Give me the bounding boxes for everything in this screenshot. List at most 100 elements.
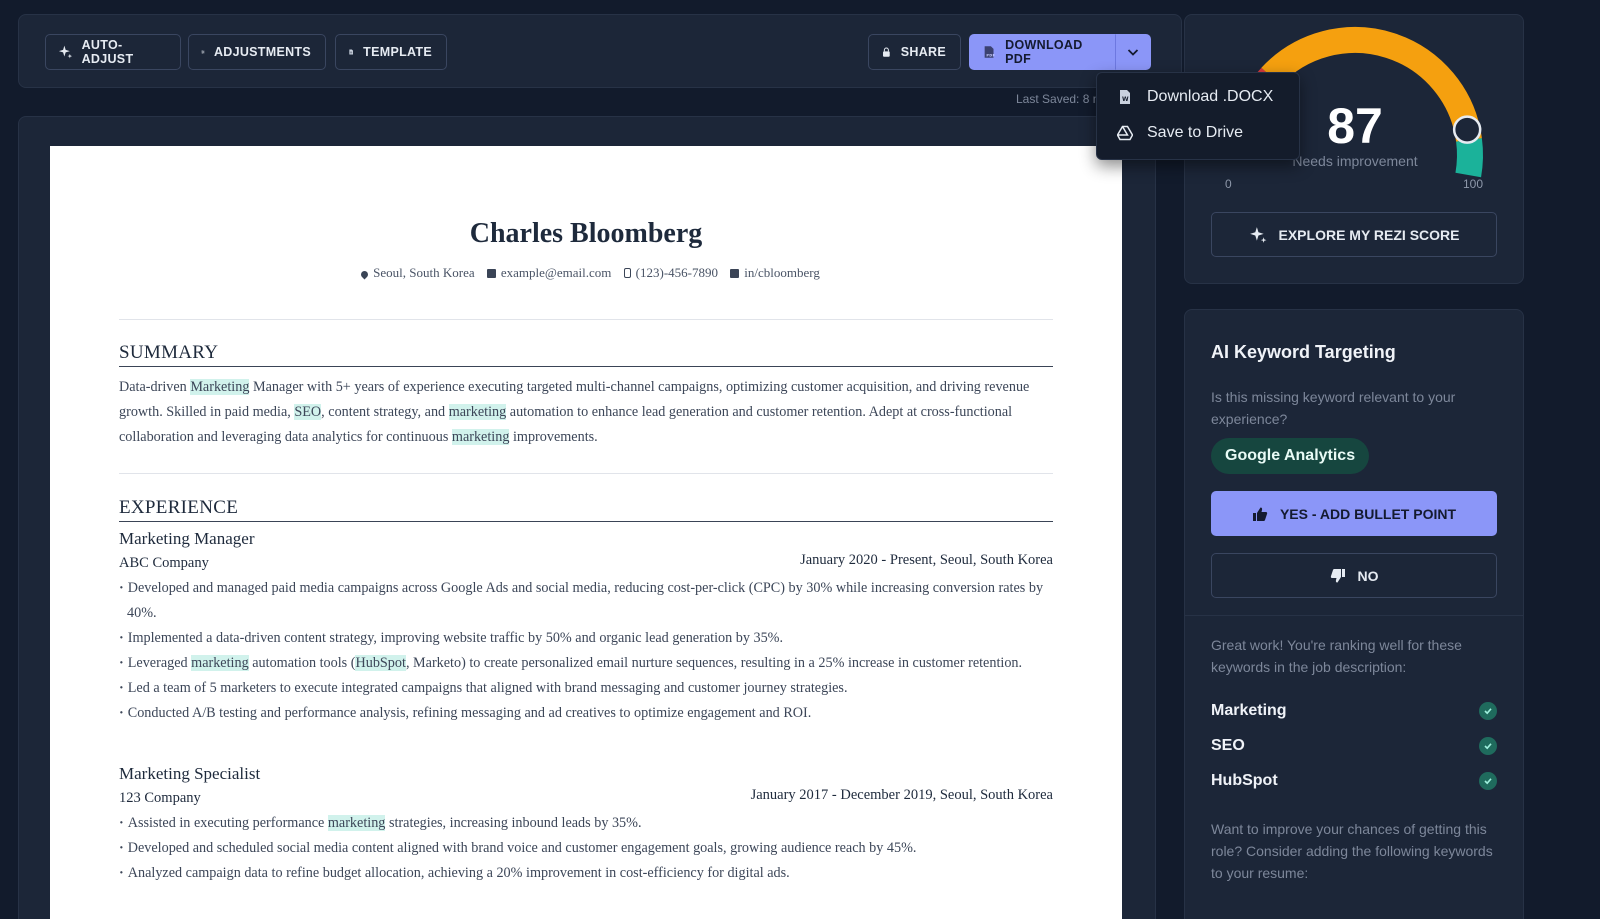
menu-item-label: Save to Drive — [1147, 124, 1244, 141]
gauge-max-label: 100 — [1463, 177, 1484, 191]
sparkle-icon — [58, 45, 73, 59]
explore-score-button[interactable]: EXPLORE MY REZI SCORE — [1211, 212, 1497, 257]
download-options-dropdown[interactable] — [1115, 34, 1151, 70]
bullet-text: strategies, increasing inbound leads by … — [385, 815, 642, 831]
keyword-targeting-panel: AI Keyword Targeting Is this missing key… — [1184, 309, 1524, 919]
check-icon — [1479, 702, 1497, 720]
bullet-text: Developed and managed paid media campaig… — [127, 580, 1044, 621]
matched-keyword-row: SEO — [1211, 737, 1497, 755]
adjustments-label: ADJUSTMENTS — [213, 45, 311, 59]
bullet-point[interactable]: Conducted A/B testing and performance an… — [119, 701, 1059, 726]
adjustments-button[interactable]: ADJUSTMENTS — [188, 34, 326, 70]
summary-text-segment: , content strategy, and — [321, 404, 449, 420]
check-icon — [1479, 737, 1497, 755]
summary-text-segment: Data-driven — [119, 379, 191, 395]
summary-text[interactable]: Data-driven Marketing Manager with 5+ ye… — [119, 375, 1059, 450]
matched-keyword: SEO — [1211, 737, 1245, 754]
contact-phone[interactable]: (123)-456-7890 — [636, 265, 718, 280]
template-button[interactable]: TEMPLATE — [335, 34, 447, 70]
bullet-text: automation tools ( — [248, 655, 356, 671]
check-icon — [1479, 772, 1497, 790]
bullet-text: Analyzed campaign data to refine budget … — [127, 865, 790, 881]
divider — [119, 473, 1053, 474]
gauge-min-label: 0 — [1225, 177, 1232, 191]
bullet-text: Assisted in executing performance — [127, 815, 328, 831]
decline-keyword-button[interactable]: NO — [1211, 553, 1497, 598]
matched-keyword: Marketing — [1211, 702, 1287, 719]
chevron-down-icon — [1127, 49, 1139, 56]
linkedin-icon — [730, 269, 740, 278]
sparkle-icon — [1249, 226, 1266, 243]
job-title[interactable]: Marketing Specialist — [119, 764, 260, 784]
editor-toolbar: AUTO-ADJUST ADJUSTMENTS TEMPLATE SHARE P… — [18, 14, 1182, 88]
bullet-point[interactable]: Leveraged marketing automation tools (Hu… — [119, 651, 1059, 676]
share-button[interactable]: SHARE — [868, 34, 961, 70]
download-pdf-button[interactable]: PDF DOWNLOAD PDF — [969, 34, 1115, 70]
download-options-menu: W Download .DOCX Save to Drive — [1096, 72, 1300, 160]
resume-contact-line: Seoul, South Korea example@email.com (12… — [50, 265, 1122, 281]
last-saved-status: Last Saved: 8 m — [1016, 92, 1103, 106]
bullet-point[interactable]: Developed and scheduled social media con… — [119, 836, 1059, 861]
bullet-text: Implemented a data-driven content strate… — [127, 630, 784, 646]
divider — [1185, 615, 1523, 616]
bullet-text: Led a team of 5 marketers to execute int… — [127, 680, 848, 696]
contact-location[interactable]: Seoul, South Korea — [373, 265, 474, 280]
matched-keywords-text: Great work! You're ranking well for thes… — [1211, 637, 1462, 675]
auto-adjust-button[interactable]: AUTO-ADJUST — [45, 34, 181, 70]
thumbs-down-icon — [1330, 568, 1345, 582]
contact-email[interactable]: example@email.com — [501, 265, 612, 280]
matched-keyword-row: Marketing — [1211, 702, 1497, 720]
yes-label: YES - ADD BULLET POINT — [1279, 505, 1457, 522]
no-label: NO — [1357, 567, 1379, 584]
job-dates[interactable]: January 2020 - Present, Seoul, South Kor… — [800, 552, 1053, 569]
menu-item-label: Download .DOCX — [1147, 88, 1274, 105]
svg-text:W: W — [1122, 96, 1129, 103]
job-company[interactable]: ABC Company — [119, 555, 209, 572]
download-pdf-label: DOWNLOAD PDF — [1005, 38, 1083, 66]
explore-score-label: EXPLORE MY REZI SCORE — [1278, 226, 1460, 243]
bullet-text: Conducted A/B testing and performance an… — [127, 705, 812, 721]
highlighted-keyword: Marketing — [190, 379, 250, 395]
highlighted-keyword: marketing — [327, 815, 386, 831]
bullet-point[interactable]: Led a team of 5 marketers to execute int… — [119, 676, 1059, 701]
bullet-text: Leveraged — [127, 655, 192, 671]
bullet-text: Developed and scheduled social media con… — [127, 840, 917, 856]
document-icon — [349, 49, 354, 55]
bullet-text: , Marketo) to create personalized email … — [405, 655, 1023, 671]
resume-page[interactable]: Charles Bloomberg Seoul, South Korea exa… — [50, 146, 1122, 919]
highlighted-keyword: marketing — [451, 429, 510, 445]
job-company[interactable]: 123 Company — [119, 790, 201, 807]
improve-keywords-text: Want to improve your chances of getting … — [1211, 821, 1493, 881]
contact-linkedin[interactable]: in/cbloomberg — [744, 265, 820, 280]
menu-item-download-docx[interactable]: W Download .DOCX — [1117, 88, 1273, 106]
svg-text:PDF: PDF — [986, 53, 995, 57]
bullet-point[interactable]: Implemented a data-driven content strate… — [119, 626, 1059, 651]
experience-heading[interactable]: EXPERIENCE — [119, 497, 1053, 522]
resume-name[interactable]: Charles Bloomberg — [50, 218, 1122, 250]
pdf-file-icon: PDF — [984, 46, 995, 58]
keyword-panel-title: AI Keyword Targeting — [1211, 342, 1396, 362]
summary-heading[interactable]: SUMMARY — [119, 342, 1053, 367]
email-icon — [486, 269, 496, 278]
keyword-question: Is this missing keyword relevant to your… — [1211, 389, 1456, 427]
add-bullet-point-button[interactable]: YES - ADD BULLET POINT — [1211, 491, 1497, 536]
highlighted-keyword: marketing — [191, 655, 249, 671]
bullet-point[interactable]: Assisted in executing performance market… — [119, 811, 1059, 836]
highlighted-keyword: SEO — [294, 404, 322, 420]
bullet-point[interactable]: Developed and managed paid media campaig… — [119, 576, 1059, 626]
job-dates[interactable]: January 2017 - December 2019, Seoul, Sou… — [751, 787, 1053, 804]
template-label: TEMPLATE — [363, 45, 432, 59]
matched-keyword: HubSpot — [1211, 772, 1278, 789]
bullet-point[interactable]: Analyzed campaign data to refine budget … — [119, 861, 1059, 886]
matched-keyword-row: HubSpot — [1211, 772, 1497, 790]
job-bullet-list[interactable]: Assisted in executing performance market… — [119, 811, 1059, 886]
share-label: SHARE — [900, 45, 946, 59]
highlighted-keyword: HubSpot — [355, 655, 406, 671]
auto-adjust-label: AUTO-ADJUST — [81, 38, 134, 66]
docx-file-icon: W — [1120, 90, 1130, 104]
menu-item-save-to-drive[interactable]: Save to Drive — [1117, 124, 1243, 142]
divider — [119, 319, 1053, 320]
job-bullet-list[interactable]: Developed and managed paid media campaig… — [119, 576, 1059, 726]
lock-icon — [883, 47, 890, 57]
job-title[interactable]: Marketing Manager — [119, 529, 254, 549]
